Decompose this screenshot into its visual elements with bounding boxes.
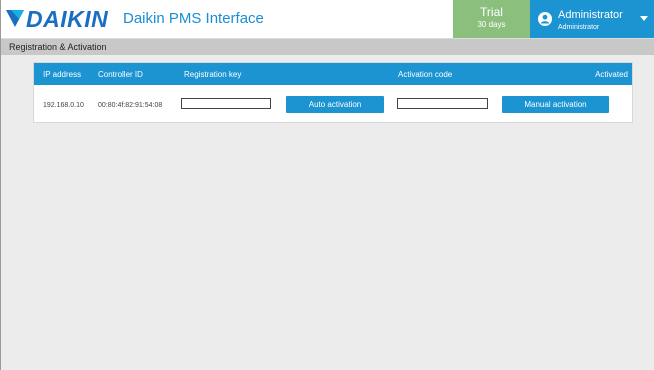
user-menu[interactable]: Administrator Administrator [530, 0, 654, 38]
table-header: IP address Controller ID Registration ke… [34, 63, 632, 85]
window-border [0, 0, 1, 370]
daikin-logo: DAIKIN [6, 6, 109, 32]
app-title: Daikin PMS Interface [123, 10, 264, 27]
user-avatar-icon [538, 12, 552, 26]
column-registration-key: Registration key [184, 70, 242, 79]
registration-table: IP address Controller ID Registration ke… [33, 62, 633, 123]
table-row: 192.168.0.10 00:80:4f:82:91:54:08 Auto a… [34, 85, 632, 122]
user-role: Administrator [558, 24, 600, 31]
auto-activation-button[interactable]: Auto activation [286, 96, 384, 113]
brand-name: DAIKIN [26, 6, 109, 32]
app-header: DAIKIN Daikin PMS Interface Trial 30 day… [0, 0, 654, 39]
section-title: Registration & Activation [9, 42, 107, 52]
column-activation-code: Activation code [398, 70, 453, 79]
column-ip-address: IP address [43, 70, 82, 79]
app-window: DAIKIN Daikin PMS Interface Trial 30 day… [0, 0, 654, 370]
controller-id-value: 00:80:4f:82:91:54:08 [98, 102, 163, 109]
section-header: Registration & Activation [1, 39, 654, 55]
ip-address-value: 192.168.0.10 [43, 102, 84, 109]
chevron-down-icon[interactable] [640, 16, 648, 21]
trial-badge: Trial 30 days [453, 0, 530, 38]
daikin-logo-icon [6, 10, 24, 27]
trial-title: Trial [480, 5, 503, 19]
registration-key-input[interactable] [181, 98, 271, 109]
manual-activation-button[interactable]: Manual activation [502, 96, 609, 113]
user-name: Administrator [558, 9, 623, 21]
column-activated: Activated [595, 70, 628, 79]
activation-code-input[interactable] [397, 98, 488, 109]
trial-days: 30 days [477, 20, 506, 29]
column-controller-id: Controller ID [98, 70, 143, 79]
